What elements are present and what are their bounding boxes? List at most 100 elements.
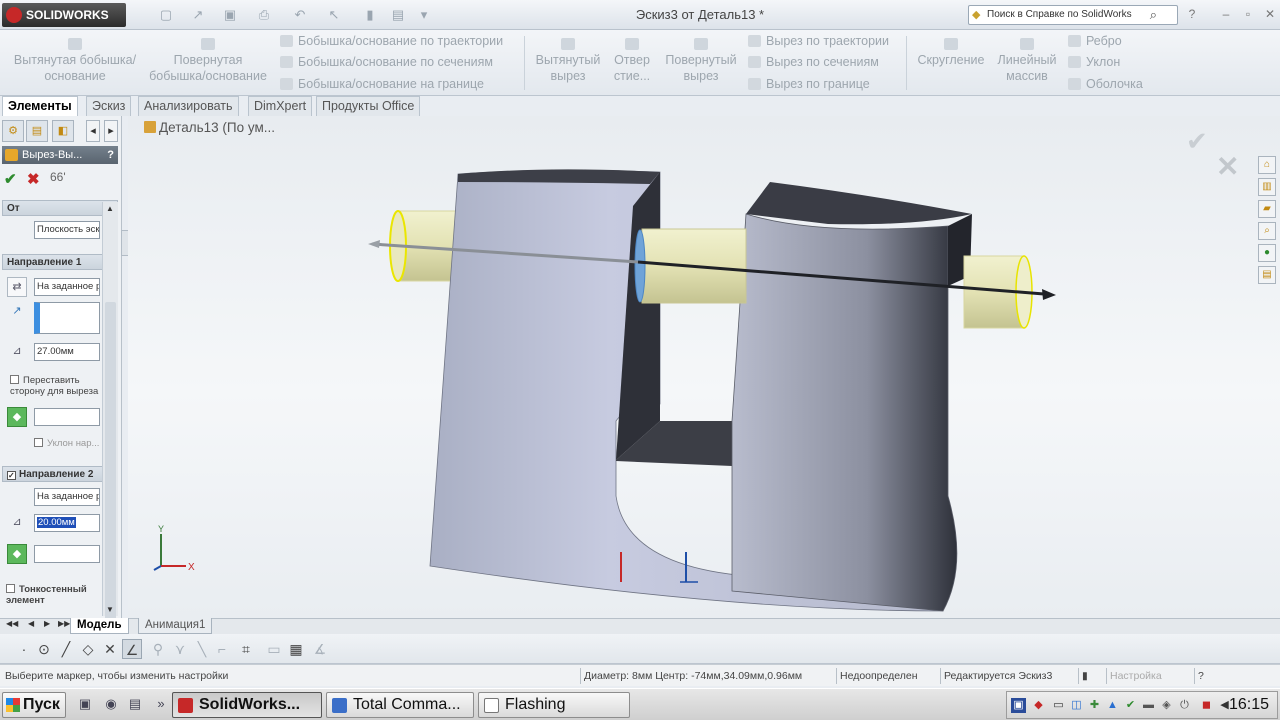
line-icon[interactable]: ╱ <box>56 639 76 659</box>
linear-pattern-button[interactable]: Линейный массив <box>994 38 1060 84</box>
rectangle-icon[interactable]: ▭ <box>264 639 284 659</box>
scene-icon[interactable]: ◐ <box>737 116 745 117</box>
section-view-icon[interactable]: ◫ <box>629 116 641 117</box>
undo-icon[interactable]: ↶ <box>292 7 308 23</box>
property-manager-scrollbar[interactable]: ▲ ▼ <box>102 202 118 632</box>
rebuild-status-icon[interactable]: ▮ <box>1078 668 1096 684</box>
scroll-down-icon[interactable]: ▼ <box>106 605 114 614</box>
chamfer-icon[interactable]: ⌐ <box>212 639 232 659</box>
open-icon[interactable]: ↗ <box>190 7 206 23</box>
restore-button[interactable]: ▫ <box>1240 7 1256 23</box>
end-condition2-select[interactable]: На заданное расстояние <box>34 488 100 506</box>
viewport-tile-icon[interactable]: ⊞ <box>1170 116 1180 117</box>
rebuild-icon[interactable]: ▮ <box>362 7 378 23</box>
tab-evaluate[interactable]: Анализировать <box>138 96 239 116</box>
depth2-input[interactable]: 20.00мм <box>34 514 100 532</box>
draft-outward-checkbox[interactable]: Уклон нар... <box>34 438 99 449</box>
tray-monitor-icon[interactable]: ▣ <box>1011 698 1026 713</box>
fillet-button[interactable]: Скругление <box>912 38 990 68</box>
hole-wizard-button[interactable]: Отвер стие... <box>608 38 656 84</box>
help-icon[interactable]: ? <box>107 146 114 164</box>
detailed-preview-icon[interactable]: 66' <box>50 170 66 184</box>
loft-boss-button[interactable]: Бобышка/основание по сечениям <box>278 53 493 71</box>
ok-check-icon[interactable]: ✔ <box>4 170 17 188</box>
display-style-icon[interactable]: ◧ <box>675 116 687 117</box>
customize-icon[interactable]: ▾ <box>416 7 432 23</box>
sweep-boss-button[interactable]: Бобышка/основание по траектории <box>278 32 503 50</box>
configuration-manager-tab-icon[interactable]: ◧ <box>52 120 74 142</box>
design-library-icon[interactable]: ▥ <box>1258 178 1276 196</box>
sweep-cut-button[interactable]: Вырез по траектории <box>746 32 889 50</box>
grid-icon[interactable]: ▦ <box>286 639 306 659</box>
configuration-select[interactable]: Настройка <box>1106 668 1192 684</box>
from-group-header[interactable]: От⌃ <box>2 200 118 216</box>
new-document-icon[interactable]: ▢ <box>158 7 174 23</box>
angle-icon[interactable]: ∡ <box>310 639 330 659</box>
previous-view-icon[interactable]: ↺ <box>608 116 619 117</box>
draft2-angle-input[interactable] <box>34 545 100 563</box>
depth1-input[interactable]: 27.00мм <box>34 343 100 361</box>
extrude-cut-button[interactable]: Вытянутый вырез <box>530 38 606 84</box>
tray-network-icon[interactable]: ▭ <box>1051 698 1066 713</box>
select-icon[interactable]: ↖ <box>326 7 342 23</box>
mirror-icon[interactable]: ⚲ <box>148 639 168 659</box>
hide-show-icon[interactable]: ● <box>698 116 706 117</box>
loft-cut-button[interactable]: Вырез по сечениям <box>746 53 879 71</box>
boundary-boss-button[interactable]: Бобышка/основание на границе <box>278 75 484 93</box>
feature-manager-tab-icon[interactable]: ⚙ <box>2 120 24 142</box>
offset-icon[interactable]: ⋎ <box>170 639 190 659</box>
boundary-cut-button[interactable]: Вырез по границе <box>746 75 870 93</box>
relations-icon[interactable]: ⌗ <box>236 639 256 659</box>
direction-vector-field[interactable] <box>34 302 100 334</box>
graphics-area[interactable]: X Y ⌕ ⌕ ↺ ◫ ◩ ◧ ● ◆ ◐ Деталь13 (По ум...… <box>128 116 1280 618</box>
direction-arrowhead-right[interactable] <box>1042 289 1056 300</box>
smart-dimension-icon[interactable]: ∠ <box>122 639 142 659</box>
tray-usb-icon[interactable]: ◈ <box>1159 698 1174 713</box>
help-status-icon[interactable]: ? <box>1194 668 1216 684</box>
trim-icon[interactable]: ✕ <box>100 639 120 659</box>
rib-button[interactable]: Ребро <box>1066 32 1122 50</box>
model-viewport[interactable]: X Y <box>128 116 1280 618</box>
tab-scroll-left-icon[interactable]: ◂ <box>86 120 100 142</box>
extrude-boss-button[interactable]: Вытянутая бобышка/основание <box>12 38 138 84</box>
reverse-direction-icon[interactable]: ⇄ <box>7 277 27 297</box>
resources-icon[interactable]: ⌂ <box>1258 156 1276 174</box>
feature-tree-breadcrumb[interactable]: Деталь13 (По ум... <box>144 120 275 135</box>
direction2-group-header[interactable]: ✓ Направление 2 <box>2 466 118 482</box>
save-icon[interactable]: ▣ <box>222 7 238 23</box>
tab-animation[interactable]: Анимация1 <box>138 618 213 634</box>
appearance-icon[interactable]: ◆ <box>717 116 727 117</box>
last-tab-icon[interactable]: ▶▶ <box>58 619 70 628</box>
options-icon[interactable]: ▤ <box>390 7 406 23</box>
revolve-boss-button[interactable]: Повернутая бобышка/основание <box>146 38 270 84</box>
prev-tab-icon[interactable]: ◀ <box>28 619 34 628</box>
tray-update-icon[interactable]: ▲ <box>1105 698 1120 713</box>
scroll-thumb[interactable] <box>105 302 116 632</box>
tray-check-icon[interactable]: ✔ <box>1123 698 1138 713</box>
direction1-group-header[interactable]: Направление 1⌃ <box>2 254 118 270</box>
point-icon[interactable]: · <box>14 639 34 659</box>
zoom-to-fit-icon[interactable]: ⌕ <box>572 116 579 117</box>
tray-antivirus-icon[interactable]: ✚ <box>1087 698 1102 713</box>
appearances-icon[interactable]: ● <box>1258 244 1276 262</box>
direction-arrowhead-left[interactable] <box>368 240 380 248</box>
tab-office-products[interactable]: Продукты Office <box>316 96 421 116</box>
start-button[interactable]: Пуск <box>2 692 66 718</box>
browser-icon[interactable]: ◉ <box>102 696 120 714</box>
tray-solidworks-icon[interactable]: ◆ <box>1031 698 1046 713</box>
tray-language-icon[interactable]: ◼ <box>1199 698 1214 713</box>
shell-button[interactable]: Оболочка <box>1066 75 1143 93</box>
cancel-x-icon[interactable]: ✖ <box>27 170 40 188</box>
print-icon[interactable]: ⎙ <box>256 7 272 23</box>
file-explorer-icon[interactable]: ▰ <box>1258 200 1276 218</box>
viewport-min-icon[interactable]: ▭ <box>1203 116 1214 117</box>
draft2-toggle-icon[interactable]: ◆ <box>7 544 27 564</box>
zoom-area-icon[interactable]: ⌕ <box>590 116 597 117</box>
viewport-split-icon[interactable]: ⊟ <box>1187 116 1197 117</box>
confirm-cancel-icon[interactable]: ✕ <box>1216 150 1239 183</box>
tab-scroll-right-icon[interactable]: ▸ <box>104 120 118 142</box>
tab-features[interactable]: Элементы <box>2 96 78 116</box>
custom-properties-icon[interactable]: ▤ <box>1258 266 1276 284</box>
taskbar-total-commander[interactable]: Total Comma... <box>326 692 474 718</box>
property-manager-tab-icon[interactable]: ▤ <box>26 120 48 142</box>
